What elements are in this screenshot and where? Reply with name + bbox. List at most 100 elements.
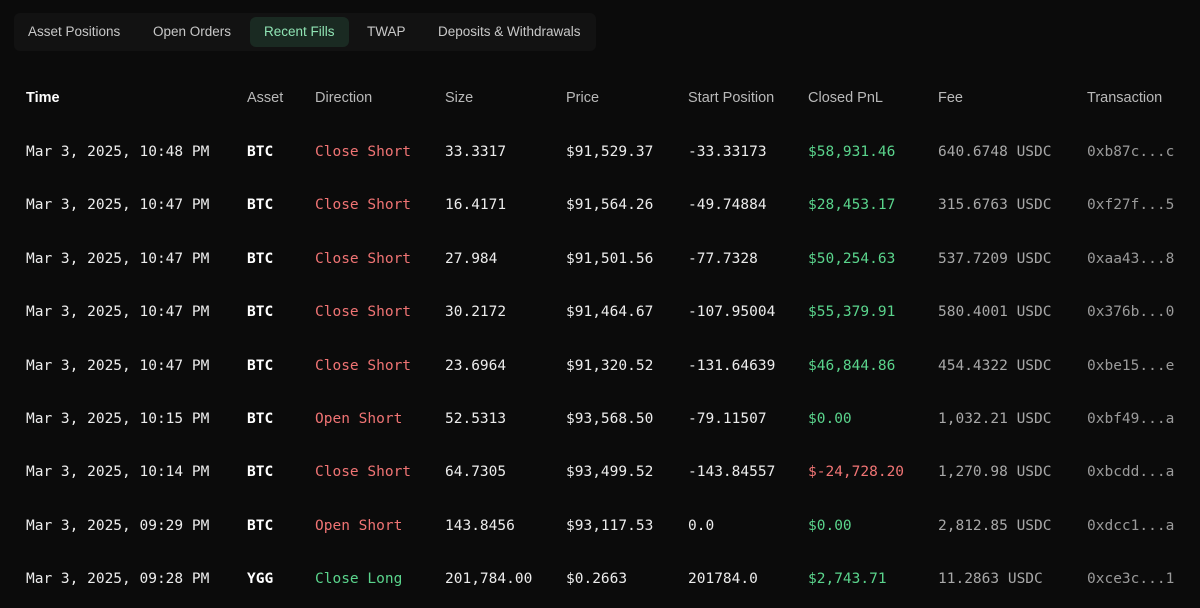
fill-transaction-link[interactable]: 0xdcc1...a <box>1087 518 1174 534</box>
table-row: Mar 3, 2025, 10:48 PM BTC Close Short 33.33… <box>0 128 1200 181</box>
fill-start-position: -131.64639 <box>688 357 776 374</box>
fill-size: 64.7305 <box>445 464 507 481</box>
column-header-closed-pnl[interactable]: Closed PnL <box>808 90 883 106</box>
fill-start-position: 201784.0 <box>688 571 758 588</box>
fill-size: 16.4171 <box>445 197 507 214</box>
table-row: Mar 3, 2025, 10:47 PM BTC Close Short 16.41… <box>0 181 1200 234</box>
column-header-size[interactable]: Size <box>445 90 473 106</box>
table-row: Mar 3, 2025, 10:14 PM BTC Close Short 64.73… <box>0 448 1200 501</box>
fill-closed-pnl: $0.00 <box>808 411 852 427</box>
fill-asset: BTC <box>247 411 274 427</box>
table-row: Mar 3, 2025, 10:15 PM BTC Open Short 52.531… <box>0 395 1200 448</box>
fill-size: 201,784.00 <box>445 571 533 588</box>
fill-time: Mar 3, 2025, 10:15 PM <box>26 411 210 427</box>
column-header-direction[interactable]: Direction <box>315 90 372 106</box>
fill-asset: YGG <box>247 571 274 588</box>
fill-start-position: -49.74884 <box>688 197 767 214</box>
fill-price: $91,501.56 <box>566 250 654 267</box>
fill-closed-pnl: $2,743.71 <box>808 571 887 588</box>
fill-transaction-link[interactable]: 0xbf49...a <box>1087 411 1174 427</box>
fill-transaction-link[interactable]: 0xbe15...e <box>1087 358 1174 374</box>
fill-direction: Close Long <box>315 571 403 588</box>
fill-fee: 1,270.98 USDC <box>938 464 1052 481</box>
fill-closed-pnl: $28,453.17 <box>808 197 896 214</box>
fill-closed-pnl: $46,844.86 <box>808 357 896 374</box>
tab-bar: Asset Positions Open Orders Recent Fills… <box>14 13 596 51</box>
fill-size: 143.8456 <box>445 517 515 534</box>
fill-price: $91,320.52 <box>566 357 654 374</box>
fill-price: $0.2663 <box>566 571 628 588</box>
fill-asset: BTC <box>247 250 274 267</box>
fill-closed-pnl: $-24,728.20 <box>808 464 905 481</box>
fill-fee: 2,812.85 USDC <box>938 517 1052 534</box>
fill-fee: 1,032.21 USDC <box>938 411 1052 427</box>
fill-closed-pnl: $55,379.91 <box>808 304 896 321</box>
column-header-price[interactable]: Price <box>566 90 599 106</box>
fill-direction: Close Short <box>315 357 412 374</box>
fill-direction: Close Short <box>315 250 412 267</box>
fill-closed-pnl: $50,254.63 <box>808 250 896 267</box>
fill-asset: BTC <box>247 464 274 481</box>
fill-fee: 315.6763 USDC <box>938 197 1052 214</box>
fill-price: $93,568.50 <box>566 411 654 427</box>
fill-closed-pnl: $0.00 <box>808 517 852 534</box>
fill-start-position: -107.95004 <box>688 304 776 321</box>
column-header-transaction[interactable]: Transaction <box>1087 90 1162 106</box>
fill-price: $93,117.53 <box>566 517 654 534</box>
fill-size: 33.3317 <box>445 144 507 160</box>
tab-recent-fills[interactable]: Recent Fills <box>250 17 349 47</box>
tab-open-orders[interactable]: Open Orders <box>139 17 245 47</box>
column-header-asset[interactable]: Asset <box>247 90 283 106</box>
fill-direction: Close Short <box>315 144 412 160</box>
table-row: Mar 3, 2025, 09:29 PM BTC Open Short 143.84… <box>0 502 1200 555</box>
table-row: Mar 3, 2025, 10:47 PM BTC Close Short 27.98… <box>0 235 1200 288</box>
fill-transaction-link[interactable]: 0x376b...0 <box>1087 304 1174 320</box>
fill-transaction-link[interactable]: 0xbcdd...a <box>1087 464 1174 480</box>
fill-start-position: 0.0 <box>688 517 715 534</box>
fill-transaction-link[interactable]: 0xf27f...5 <box>1087 197 1174 213</box>
fill-price: $91,529.37 <box>566 144 654 160</box>
fill-start-position: -143.84557 <box>688 464 776 481</box>
fill-closed-pnl: $58,931.46 <box>808 144 896 160</box>
fill-fee: 640.6748 USDC <box>938 144 1052 160</box>
fill-size: 30.2172 <box>445 304 507 321</box>
fill-transaction-link[interactable]: 0xce3c...1 <box>1087 571 1174 587</box>
tab-twap[interactable]: TWAP <box>353 17 420 47</box>
fill-transaction-link[interactable]: 0xb87c...c <box>1087 144 1174 160</box>
fill-asset: BTC <box>247 144 274 160</box>
fill-start-position: -77.7328 <box>688 250 758 267</box>
fill-direction: Close Short <box>315 197 412 214</box>
fill-time: Mar 3, 2025, 10:48 PM <box>26 144 210 160</box>
tab-deposits-withdrawals[interactable]: Deposits & Withdrawals <box>424 17 595 47</box>
fill-start-position: -33.33173 <box>688 144 767 160</box>
table-row: Mar 3, 2025, 10:47 PM BTC Close Short 30.21… <box>0 288 1200 341</box>
fill-transaction-link[interactable]: 0xaa43...8 <box>1087 251 1174 267</box>
fill-fee: 537.7209 USDC <box>938 250 1052 267</box>
column-header-fee[interactable]: Fee <box>938 90 963 106</box>
fill-asset: BTC <box>247 304 274 321</box>
fill-direction: Close Short <box>315 464 412 481</box>
fill-price: $91,464.67 <box>566 304 654 321</box>
fill-time: Mar 3, 2025, 10:47 PM <box>26 357 210 374</box>
fill-asset: BTC <box>247 517 274 534</box>
fill-asset: BTC <box>247 357 274 374</box>
fill-time: Mar 3, 2025, 10:47 PM <box>26 197 210 214</box>
column-header-start-position[interactable]: Start Position <box>688 90 774 106</box>
fill-direction: Close Short <box>315 304 412 321</box>
column-header-time[interactable]: Time <box>26 90 60 106</box>
table-row: Mar 3, 2025, 10:47 PM BTC Close Short 23.69… <box>0 342 1200 395</box>
fill-asset: BTC <box>247 197 274 214</box>
fill-time: Mar 3, 2025, 10:47 PM <box>26 304 210 321</box>
fill-time: Mar 3, 2025, 10:47 PM <box>26 250 210 267</box>
fill-size: 23.6964 <box>445 357 507 374</box>
fill-direction: Open Short <box>315 517 403 534</box>
fill-start-position: -79.11507 <box>688 411 767 427</box>
fill-price: $91,564.26 <box>566 197 654 214</box>
fill-size: 52.5313 <box>445 411 507 427</box>
fill-time: Mar 3, 2025, 10:14 PM <box>26 464 210 481</box>
fill-price: $93,499.52 <box>566 464 654 481</box>
fill-time: Mar 3, 2025, 09:28 PM <box>26 571 210 588</box>
tab-asset-positions[interactable]: Asset Positions <box>14 17 134 47</box>
fill-size: 27.984 <box>445 250 498 267</box>
table-row: Mar 3, 2025, 09:28 PM YGG Close Long 201,78… <box>0 555 1200 608</box>
